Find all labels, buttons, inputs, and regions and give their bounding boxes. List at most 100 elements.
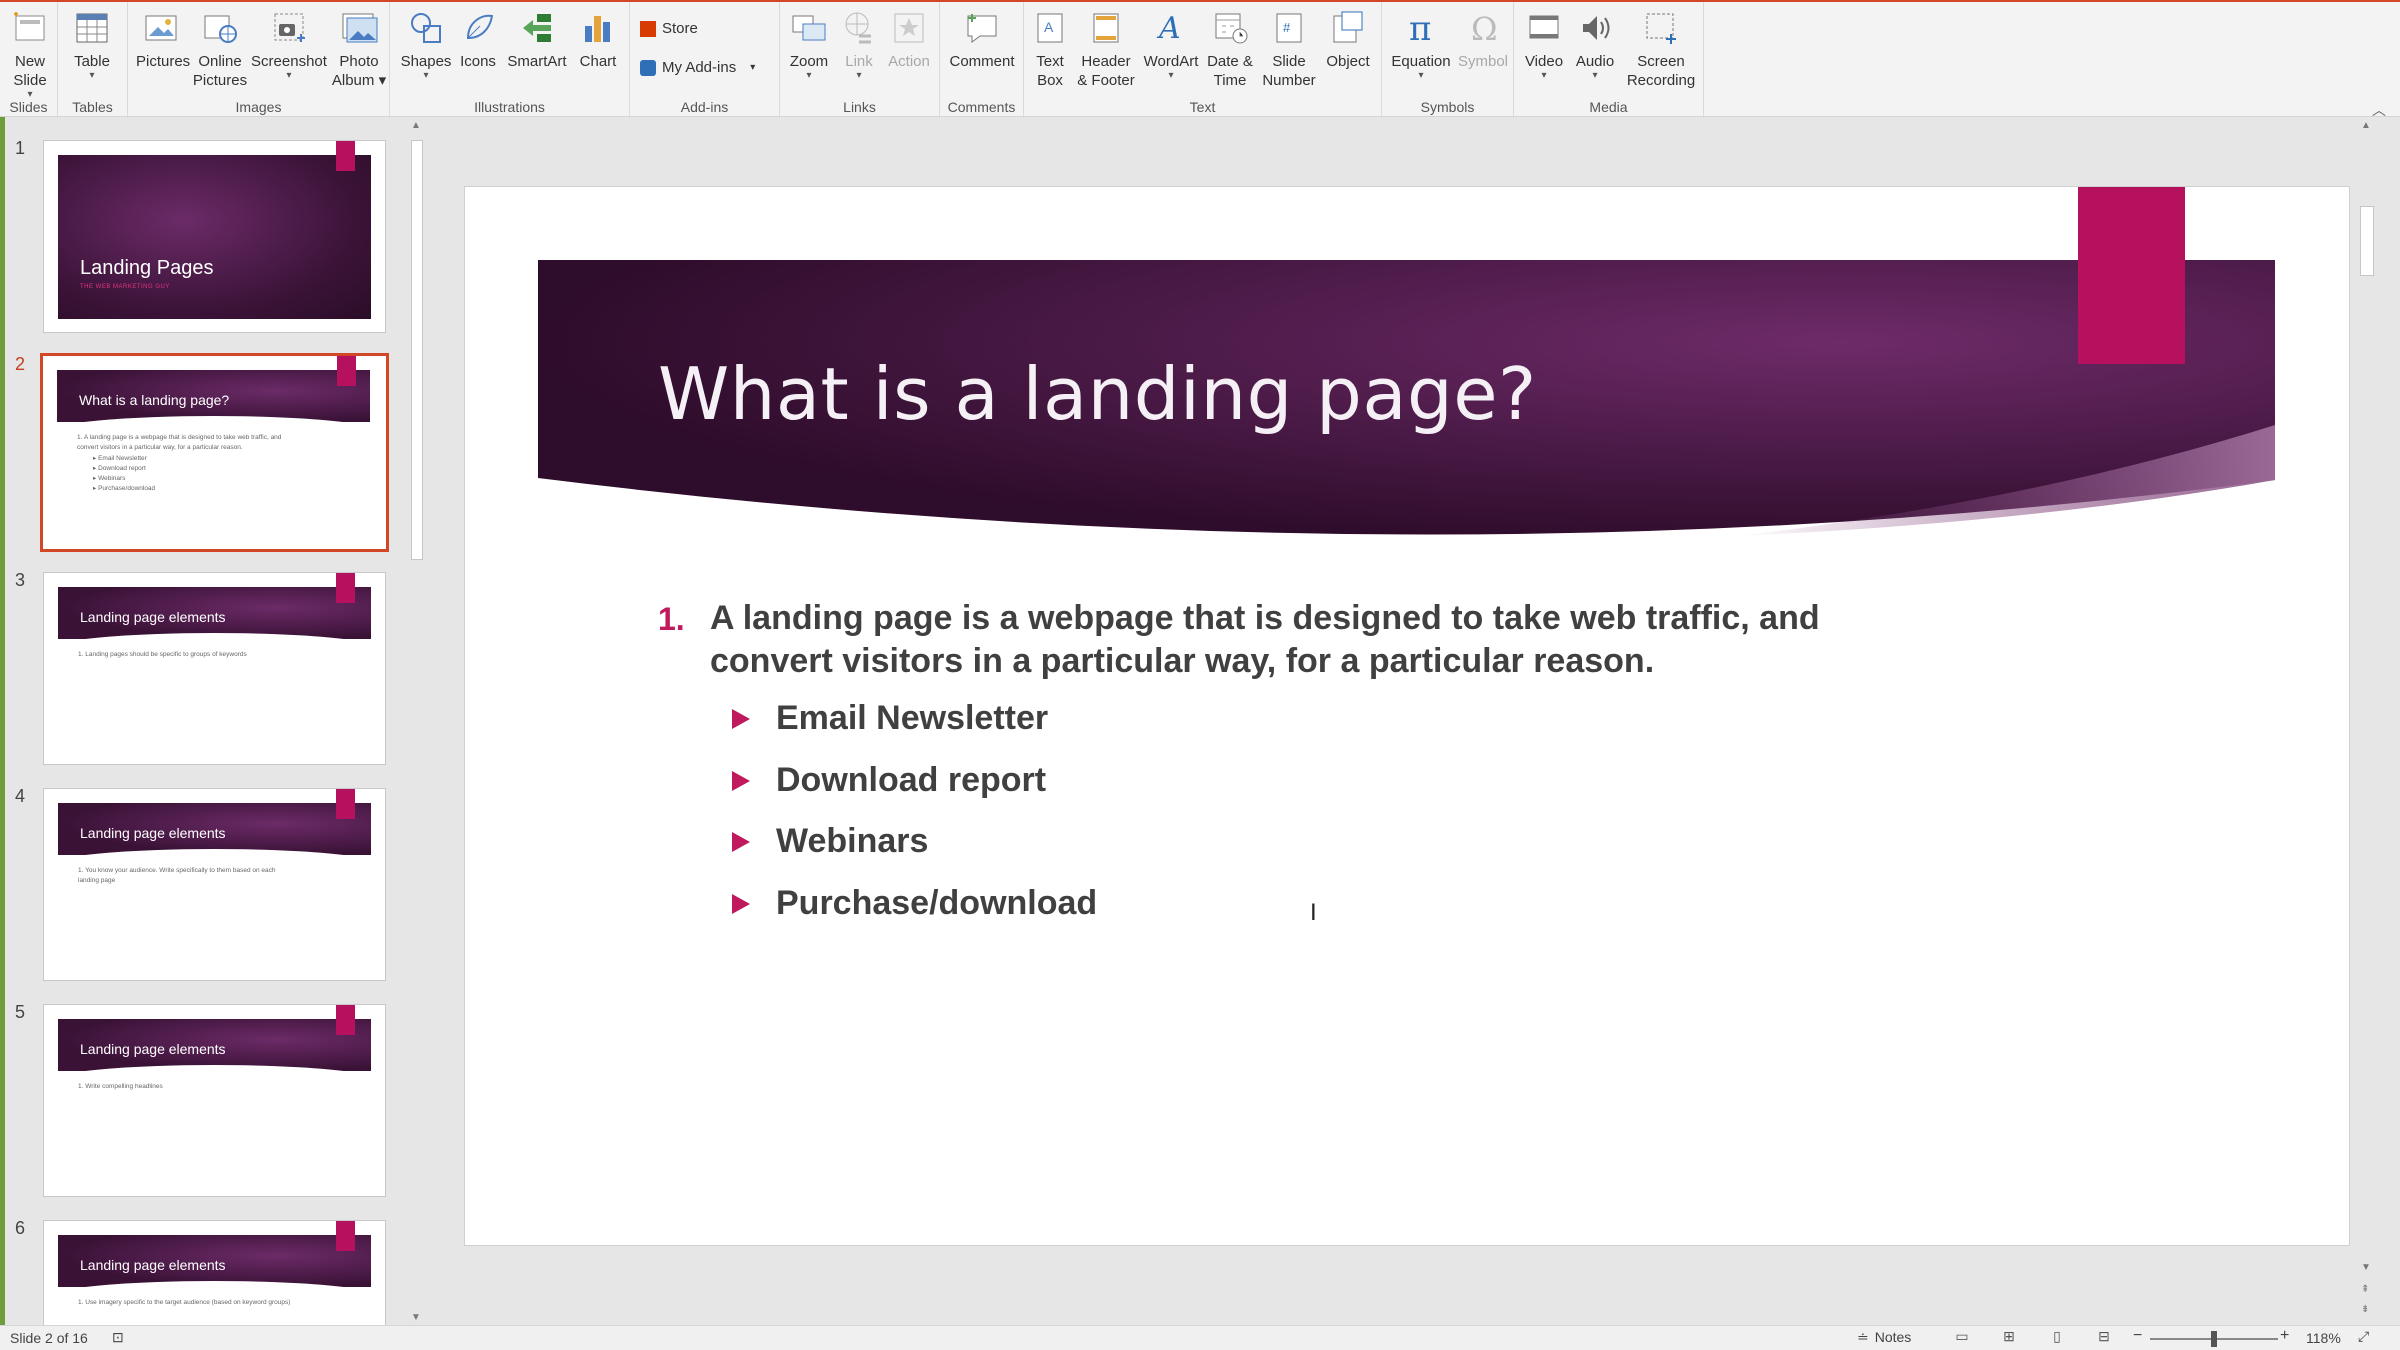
table-label: Table [74,53,110,70]
comment-button[interactable]: Comment [944,8,1020,71]
thumbnail-scroll-thumb[interactable] [411,140,423,560]
slide-thumbnail[interactable]: Landing page elements 1. Write compelling… [43,1004,386,1197]
svg-text:A: A [1156,11,1181,46]
bullet-item[interactable]: Purchase/download [732,884,1097,923]
text-box-label-1: Text [1036,53,1064,70]
svg-text:π: π [1409,9,1431,48]
thumbnail-text-line: ▸ Webinars [93,475,126,482]
header-footer-icon [1093,13,1119,43]
photo-album-button[interactable]: Photo Album ▾ [330,8,388,90]
audio-button[interactable]: Audio ▾ [1570,8,1620,81]
slideshow-icon[interactable]: ⊟ [2092,1328,2116,1348]
photo-album-icon [342,13,378,43]
thumbnail-title: What is a landing page? [79,392,230,408]
action-button[interactable]: Action [884,8,934,71]
shapes-button[interactable]: Shapes ▾ [400,8,452,81]
bullet-item[interactable]: Email Newsletter [732,699,1048,738]
slide-thumbnail[interactable]: What is a landing page? 1. A landing page… [40,353,389,552]
date-time-label-1: Date & [1207,53,1253,70]
screenshot-button[interactable]: Screenshot ▾ [250,8,328,81]
my-addins-button[interactable]: My Add-ins ▾ [640,59,755,76]
slide-thumbnail[interactable]: Landing page elements 1. Use imagery spec… [43,1220,386,1325]
table-button[interactable]: Table ▾ [66,8,118,81]
scroll-up-icon[interactable]: ▲ [411,120,421,131]
my-addins-icon [640,59,656,76]
new-slide-button[interactable]: New Slide ▾ [6,8,54,100]
chevron-down-icon: ▾ [806,70,812,81]
link-label: Link [845,53,873,70]
slide-indicator: Slide 2 of 16 [10,1330,88,1346]
slide-thumbnail[interactable]: Landing Pages THE WEB MARKETING GUY [43,140,386,333]
video-button[interactable]: Video ▾ [1520,8,1568,81]
scroll-down-icon[interactable]: ▼ [411,1312,421,1323]
slide-thumbnail[interactable]: Landing page elements 1. You know your au… [43,788,386,981]
status-bar: Slide 2 of 16 ⊡ ≐ Notes ▭ ⊞ ▯ ⊟ − + 118%… [0,1325,2400,1350]
fit-to-window-icon[interactable]: ⤢ [2358,1328,2369,1345]
thumbnail-text-line: convert visitors in a particular way, fo… [77,444,243,451]
store-button[interactable]: Store [640,20,698,37]
zoom-button[interactable]: Zoom ▾ [784,8,834,81]
comment-label: Comment [949,53,1015,70]
slide-thumbnail[interactable]: Landing page elements 1. Landing pages sh… [43,572,386,765]
screen-recording-button[interactable]: Screen Recording [1622,8,1700,90]
thumbnail-title: Landing Pages [80,257,214,279]
notes-button[interactable]: ≐ Notes [1857,1329,1911,1346]
pictures-button[interactable]: Pictures [136,8,190,71]
thumbnail-text-line: 1. Write compelling headlines [78,1083,163,1090]
thumbnail-accent-tab [336,789,355,819]
bullet-item[interactable]: Webinars [732,822,928,861]
zoom-in-icon[interactable]: + [2280,1327,2289,1345]
group-label-tables: Tables [72,99,113,115]
zoom-out-icon[interactable]: − [2133,1327,2142,1345]
header-footer-button[interactable]: Header & Footer [1074,8,1138,90]
slide-title[interactable]: What is a landing page? [658,352,1537,436]
thumbnail-text-line: ▸ Purchase/download [93,485,156,492]
pi-icon: π [1409,9,1431,48]
slide-number-button[interactable]: # Slide Number [1260,8,1318,90]
photo-album-label-1: Photo [339,53,379,70]
text-box-button[interactable]: A Text Box [1030,8,1070,90]
previous-slide-icon[interactable]: ⇞ [2361,1284,2369,1295]
equation-button[interactable]: π Equation ▾ [1386,8,1456,81]
symbol-button[interactable]: Ω Symbol [1454,8,1512,71]
main-point-text[interactable]: A landing page is a webpage that is desi… [710,597,2010,683]
slide-scrollbar[interactable]: ▲ ▼ ⇞ ⇟ [2356,118,2378,1325]
slide-scroll-thumb[interactable] [2360,206,2374,276]
zoom-slider-handle[interactable] [2211,1331,2217,1347]
calendar-clock-icon [1215,13,1248,44]
screenshot-icon [274,13,305,42]
bullet-triangle-icon [732,770,750,791]
thumbnail-background [58,155,371,319]
current-slide[interactable]: What is a landing page? 1. A landing pag… [464,186,2350,1246]
action-icon [894,13,924,43]
new-slide-icon [14,12,45,41]
header-footer-label-2: & Footer [1077,72,1135,89]
spell-check-icon[interactable]: ⊡ [112,1329,124,1346]
online-pictures-icon [204,15,237,43]
normal-view-icon[interactable]: ▭ [1950,1328,1974,1348]
online-pictures-button[interactable]: Online Pictures [190,8,250,90]
smartart-button[interactable]: SmartArt [502,8,572,71]
next-slide-icon[interactable]: ⇟ [2361,1304,2369,1315]
scroll-up-icon[interactable]: ▲ [2361,120,2371,131]
slide-sorter-icon[interactable]: ⊞ [1997,1328,2021,1348]
bullet-item[interactable]: Download report [732,761,1046,800]
zoom-level[interactable]: 118% [2306,1330,2341,1346]
thumbnail-title: Landing page elements [80,609,226,625]
date-time-button[interactable]: Date & Time [1202,8,1258,90]
thumbnail-scrollbar[interactable]: ▲ ▼ [408,118,426,1325]
icons-button[interactable]: Icons [456,8,500,71]
link-button[interactable]: Link ▾ [836,8,882,81]
omega-icon: Ω [1471,10,1498,48]
slide-thumbnail-pane[interactable]: 1 Landing Pages THE WEB MARKETING GUY 2 What… [5,118,425,1325]
scroll-down-icon[interactable]: ▼ [2361,1262,2371,1273]
object-button[interactable]: Object [1320,8,1376,71]
wordart-button[interactable]: A WordArt ▾ [1140,8,1202,81]
chart-button[interactable]: Chart [574,8,622,71]
group-label-media: Media [1589,99,1628,115]
icons-label: Icons [460,53,496,70]
reading-view-icon[interactable]: ▯ [2045,1328,2069,1348]
new-slide-label-1: New [14,53,45,70]
collapse-ribbon-icon[interactable]: ︿ [2372,100,2386,120]
date-time-label-2: Time [1213,72,1247,89]
